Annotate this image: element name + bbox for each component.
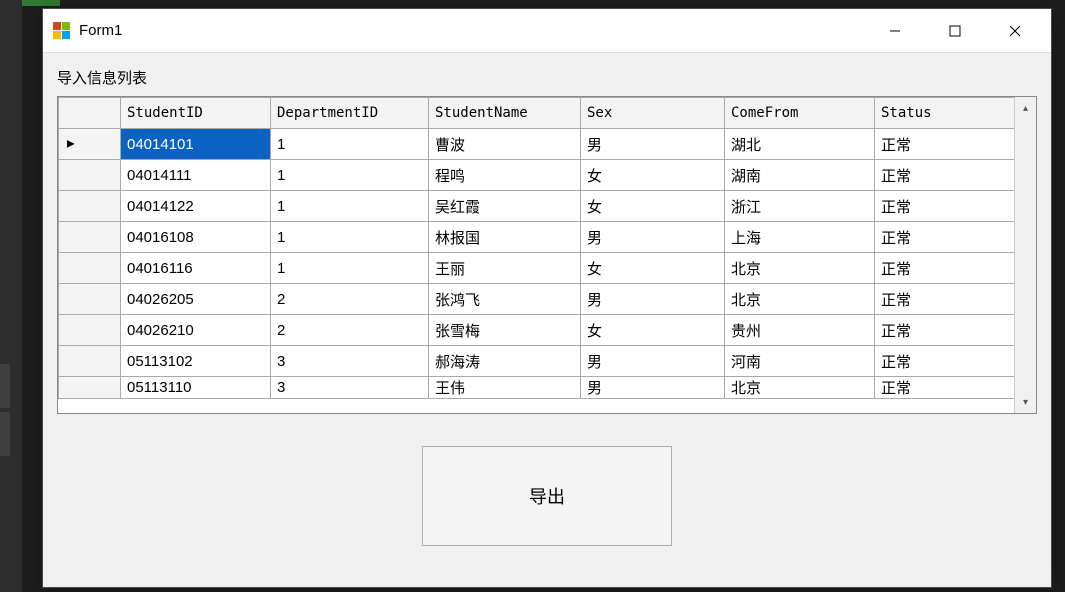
row-header[interactable] xyxy=(59,222,121,253)
grid-cell[interactable]: 3 xyxy=(271,346,429,377)
col-header-sex[interactable]: Sex xyxy=(581,98,725,129)
col-header-departmentid[interactable]: DepartmentID xyxy=(271,98,429,129)
grid-cell[interactable]: 贵州 xyxy=(725,315,875,346)
grid-cell[interactable]: 吴红霞 xyxy=(429,191,581,222)
grid-cell[interactable]: 05113110 xyxy=(121,377,271,399)
grid-cell[interactable]: 04014122 xyxy=(121,191,271,222)
grid-cell[interactable]: 张鸿飞 xyxy=(429,284,581,315)
table-row[interactable]: 051131103王伟男北京正常 xyxy=(59,377,1015,399)
row-header[interactable] xyxy=(59,346,121,377)
grid-cell[interactable]: 北京 xyxy=(725,253,875,284)
grid-cell[interactable]: 1 xyxy=(271,160,429,191)
grid-cell[interactable]: 林报国 xyxy=(429,222,581,253)
table-row[interactable]: 040161161王丽女北京正常 xyxy=(59,253,1015,284)
grid-cell[interactable]: 04016108 xyxy=(121,222,271,253)
col-header-comefrom[interactable]: ComeFrom xyxy=(725,98,875,129)
app-icon xyxy=(53,22,71,40)
table-row[interactable]: 040161081林报国男上海正常 xyxy=(59,222,1015,253)
grid-cell[interactable]: 正常 xyxy=(875,160,1015,191)
grid-cell[interactable]: 北京 xyxy=(725,284,875,315)
ide-dock-handle xyxy=(0,412,10,456)
row-header[interactable] xyxy=(59,284,121,315)
grid-cell[interactable]: 正常 xyxy=(875,377,1015,399)
grid-header-row[interactable]: StudentID DepartmentID StudentName Sex C… xyxy=(59,98,1015,129)
grid-cell[interactable]: 正常 xyxy=(875,284,1015,315)
grid-cell[interactable]: 上海 xyxy=(725,222,875,253)
grid-cell[interactable]: 04026205 xyxy=(121,284,271,315)
table-row[interactable]: 040262052张鸿飞男北京正常 xyxy=(59,284,1015,315)
ide-dock-handle xyxy=(0,364,10,408)
grid-cell[interactable]: 女 xyxy=(581,315,725,346)
data-grid[interactable]: StudentID DepartmentID StudentName Sex C… xyxy=(57,96,1037,414)
row-header[interactable] xyxy=(59,377,121,399)
col-header-status[interactable]: Status xyxy=(875,98,1015,129)
grid-cell[interactable]: 男 xyxy=(581,129,725,160)
grid-cell[interactable]: 1 xyxy=(271,129,429,160)
grid-cell[interactable]: 正常 xyxy=(875,191,1015,222)
grid-cell[interactable]: 王丽 xyxy=(429,253,581,284)
close-button[interactable] xyxy=(985,11,1045,51)
grid-cell[interactable]: 河南 xyxy=(725,346,875,377)
form-window: Form1 导入信息列表 xyxy=(42,8,1052,588)
grid-cell[interactable]: 湖南 xyxy=(725,160,875,191)
table-row[interactable]: 051131023郝海涛男河南正常 xyxy=(59,346,1015,377)
scroll-up-icon[interactable]: ▴ xyxy=(1015,97,1036,119)
grid-cell[interactable]: 女 xyxy=(581,253,725,284)
grid-cell[interactable]: 正常 xyxy=(875,222,1015,253)
minimize-button[interactable] xyxy=(865,11,925,51)
grid-cell[interactable]: 程鸣 xyxy=(429,160,581,191)
grid-cell[interactable]: 1 xyxy=(271,253,429,284)
row-header[interactable] xyxy=(59,253,121,284)
table-row[interactable]: 040141221吴红霞女浙江正常 xyxy=(59,191,1015,222)
grid-vertical-scrollbar[interactable]: ▴ ▾ xyxy=(1014,97,1036,413)
row-header[interactable] xyxy=(59,160,121,191)
row-header[interactable] xyxy=(59,129,121,160)
grid-cell[interactable]: 张雪梅 xyxy=(429,315,581,346)
grid-cell[interactable]: 正常 xyxy=(875,129,1015,160)
grid-cell[interactable]: 郝海涛 xyxy=(429,346,581,377)
grid-cell[interactable]: 3 xyxy=(271,377,429,399)
maximize-button[interactable] xyxy=(925,11,985,51)
table-row[interactable]: 040141011曹波男湖北正常 xyxy=(59,129,1015,160)
grid-cell[interactable]: 正常 xyxy=(875,253,1015,284)
grid-cell[interactable]: 1 xyxy=(271,191,429,222)
grid-cell[interactable]: 2 xyxy=(271,315,429,346)
grid-cell[interactable]: 04016116 xyxy=(121,253,271,284)
grid-cell[interactable]: 曹波 xyxy=(429,129,581,160)
grid-cell[interactable]: 1 xyxy=(271,222,429,253)
grid-cell[interactable]: 女 xyxy=(581,191,725,222)
table-row[interactable]: 040262102张雪梅女贵州正常 xyxy=(59,315,1015,346)
grid-cell[interactable]: 湖北 xyxy=(725,129,875,160)
grid-cell[interactable]: 女 xyxy=(581,160,725,191)
ide-left-gutter xyxy=(0,0,22,592)
col-header-studentname[interactable]: StudentName xyxy=(429,98,581,129)
grid-cell[interactable]: 男 xyxy=(581,284,725,315)
grid-cell[interactable]: 北京 xyxy=(725,377,875,399)
grid-cell[interactable]: 男 xyxy=(581,377,725,399)
col-header-studentid[interactable]: StudentID xyxy=(121,98,271,129)
titlebar[interactable]: Form1 xyxy=(43,9,1051,53)
grid-cell[interactable]: 04014101 xyxy=(121,129,271,160)
ide-run-indicator xyxy=(22,0,60,6)
grid-cell[interactable]: 王伟 xyxy=(429,377,581,399)
row-header[interactable] xyxy=(59,191,121,222)
grid-corner-cell[interactable] xyxy=(59,98,121,129)
grid-cell[interactable]: 04014111 xyxy=(121,160,271,191)
grid-cell[interactable]: 2 xyxy=(271,284,429,315)
grid-cell[interactable]: 04026210 xyxy=(121,315,271,346)
list-caption-label: 导入信息列表 xyxy=(43,53,1051,94)
table-row[interactable]: 040141111程鸣女湖南正常 xyxy=(59,160,1015,191)
export-button[interactable]: 导出 xyxy=(422,446,672,546)
scroll-down-icon[interactable]: ▾ xyxy=(1015,391,1036,413)
row-header[interactable] xyxy=(59,315,121,346)
grid-cell[interactable]: 05113102 xyxy=(121,346,271,377)
grid-cell[interactable]: 浙江 xyxy=(725,191,875,222)
grid-cell[interactable]: 男 xyxy=(581,222,725,253)
grid-cell[interactable]: 男 xyxy=(581,346,725,377)
window-title: Form1 xyxy=(79,22,865,39)
grid-cell[interactable]: 正常 xyxy=(875,315,1015,346)
grid-cell[interactable]: 正常 xyxy=(875,346,1015,377)
